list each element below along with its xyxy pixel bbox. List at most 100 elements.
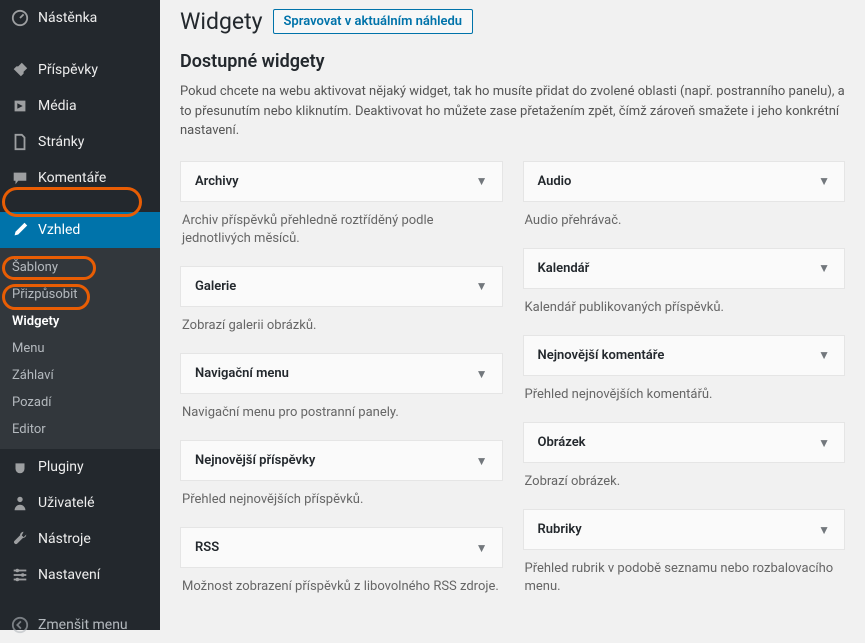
page-title: Widgety [180,8,263,35]
appearance-submenu: Šablony Přizpůsobit Widgety Menu Záhlaví… [0,248,160,449]
chevron-down-icon: ▼ [818,436,830,450]
widget-column-right: Audio▼Audio přehrávač.Kalendář▼Kalendář … [523,161,846,615]
settings-icon [10,565,30,585]
widget-item: Galerie ▼ Zobrazí galerii obrázků. [180,266,503,339]
plugin-icon [10,457,30,477]
widget-item: Kalendář ▼ Kalendář publikovaných příspěvk… [523,248,846,321]
brush-icon [10,220,30,240]
media-icon [10,96,30,116]
widget-title: Obrázek [538,435,586,450]
widget-title: Audio [538,174,572,189]
widget-header[interactable]: RSS ▼ [180,527,503,568]
page-header: Widgety Spravovat v aktuálním náhledu [180,0,845,51]
widget-header[interactable]: Audio ▼ [523,161,846,202]
menu-posts[interactable]: Příspěvky [0,52,160,88]
widget-title: Galerie [195,279,236,294]
menu-label: Nástěnka [38,10,97,26]
widget-title: Rubriky [538,522,582,537]
menu-settings[interactable]: Nastavení [0,557,160,593]
submenu-themes[interactable]: Šablony [0,254,160,281]
dashboard-icon [10,8,30,28]
menu-tools[interactable]: Nástroje [0,521,160,557]
widget-header[interactable]: Obrázek ▼ [523,422,846,463]
collapse-icon [10,615,30,635]
widget-header[interactable]: Archivy ▼ [180,161,503,202]
pin-icon [10,60,30,80]
widget-item: Nejnovější příspěvky ▼ Přehled nejnovějšíc… [180,440,503,513]
comments-icon [10,168,30,188]
widget-header[interactable]: Galerie ▼ [180,266,503,307]
widget-column-left: Archivy ▼ Archiv příspěvků přehledně roztř… [180,161,503,615]
widget-title: Kalendář [538,261,590,276]
chevron-down-icon: ▼ [476,279,488,293]
menu-label: Vzhled [38,222,80,238]
submenu-editor[interactable]: Editor [0,416,160,443]
widget-description: Audio přehrávač. [523,202,846,234]
menu-pages[interactable]: Stránky [0,124,160,160]
menu-label: Nástroje [38,531,91,547]
widget-header[interactable]: Navigační menu ▼ [180,353,503,394]
widget-description: Přehled nejnovějších komentářů. [523,376,846,408]
submenu-header[interactable]: Záhlaví [0,362,160,389]
widget-item: Rubriky▼Přehled rubrik v podobě seznamu … [523,509,846,600]
widget-description: Možnost zobrazení příspěvků z libovolnéh… [180,568,503,600]
widget-title: Nejnovější komentáře [538,348,665,363]
menu-collapse[interactable]: Zmenšit menu [0,607,160,643]
submenu-widgets[interactable]: Widgety [0,308,160,335]
manage-live-preview-button[interactable]: Spravovat v aktuálním náhledu [273,9,474,34]
menu-dashboard[interactable]: Nástěnka [0,0,160,36]
widget-title: RSS [195,540,219,555]
section-title: Dostupné widgety [180,51,845,72]
menu-plugins[interactable]: Pluginy [0,449,160,485]
widget-description: Zobrazí obrázek. [523,463,846,495]
widget-description: Kalendář publikovaných příspěvků. [523,289,846,321]
chevron-down-icon: ▼ [476,541,488,555]
submenu-customize[interactable]: Přizpůsobit [0,281,160,308]
widget-description: Přehled rubrik v podobě seznamu nebo roz… [523,550,846,600]
submenu-menus[interactable]: Menu [0,335,160,362]
menu-label: Zmenšit menu [38,617,128,633]
available-widgets-grid: Archivy ▼ Archiv příspěvků přehledně roztř… [180,161,845,615]
menu-label: Příspěvky [38,62,98,78]
menu-users[interactable]: Uživatelé [0,485,160,521]
widget-title: Archivy [195,174,239,189]
menu-media[interactable]: Média [0,88,160,124]
users-icon [10,493,30,513]
widget-item: Audio ▼ Audio přehrávač. [523,161,846,234]
widget-header[interactable]: Nejnovější komentáře ▼ [523,335,846,376]
tools-icon [10,529,30,549]
widget-title: Navigační menu [195,366,289,381]
chevron-down-icon: ▼ [476,454,488,468]
widget-item: Obrázek ▼ Zobrazí obrázek. [523,422,846,495]
admin-sidebar: Nástěnka Příspěvky Média Stránky Komentá… [0,0,160,630]
menu-label: Uživatelé [38,495,95,511]
menu-appearance[interactable]: Vzhled [0,212,160,248]
widget-item: Nejnovější komentáře ▼ Přehled nejnovějšíc… [523,335,846,408]
chevron-down-icon: ▼ [476,367,488,381]
chevron-down-icon: ▼ [476,174,488,188]
widget-description: Navigační menu pro postranní panely. [180,394,503,426]
menu-label: Stránky [38,134,84,150]
chevron-down-icon: ▼ [818,348,830,362]
pages-icon [10,132,30,152]
widget-description: Přehled nejnovějších příspěvků. [180,481,503,513]
widget-header[interactable]: Nejnovější příspěvky ▼ [180,440,503,481]
menu-label: Média [38,98,77,114]
widget-item: RSS ▼ Možnost zobrazení příspěvků z libovo… [180,527,503,600]
widget-title: Nejnovější příspěvky [195,453,315,468]
menu-comments[interactable]: Komentáře [0,160,160,196]
main-content: Widgety Spravovat v aktuálním náhledu Do… [160,0,865,630]
chevron-down-icon: ▼ [818,261,830,275]
widget-header[interactable]: Rubriky▼ [523,509,846,550]
submenu-background[interactable]: Pozadí [0,389,160,416]
widget-header[interactable]: Kalendář ▼ [523,248,846,289]
menu-label: Pluginy [38,459,84,475]
chevron-down-icon: ▼ [818,174,830,188]
widget-item: Archivy ▼ Archiv příspěvků přehledně roztř… [180,161,503,252]
menu-label: Nastavení [38,567,100,583]
section-description: Pokud chcete na webu aktivovat nějaký wi… [180,82,845,141]
active-indicator-icon [160,221,169,239]
menu-label: Komentáře [38,170,106,186]
widget-description: Archiv příspěvků přehledně roztříděný po… [180,202,503,252]
widget-description: Zobrazí galerii obrázků. [180,307,503,339]
